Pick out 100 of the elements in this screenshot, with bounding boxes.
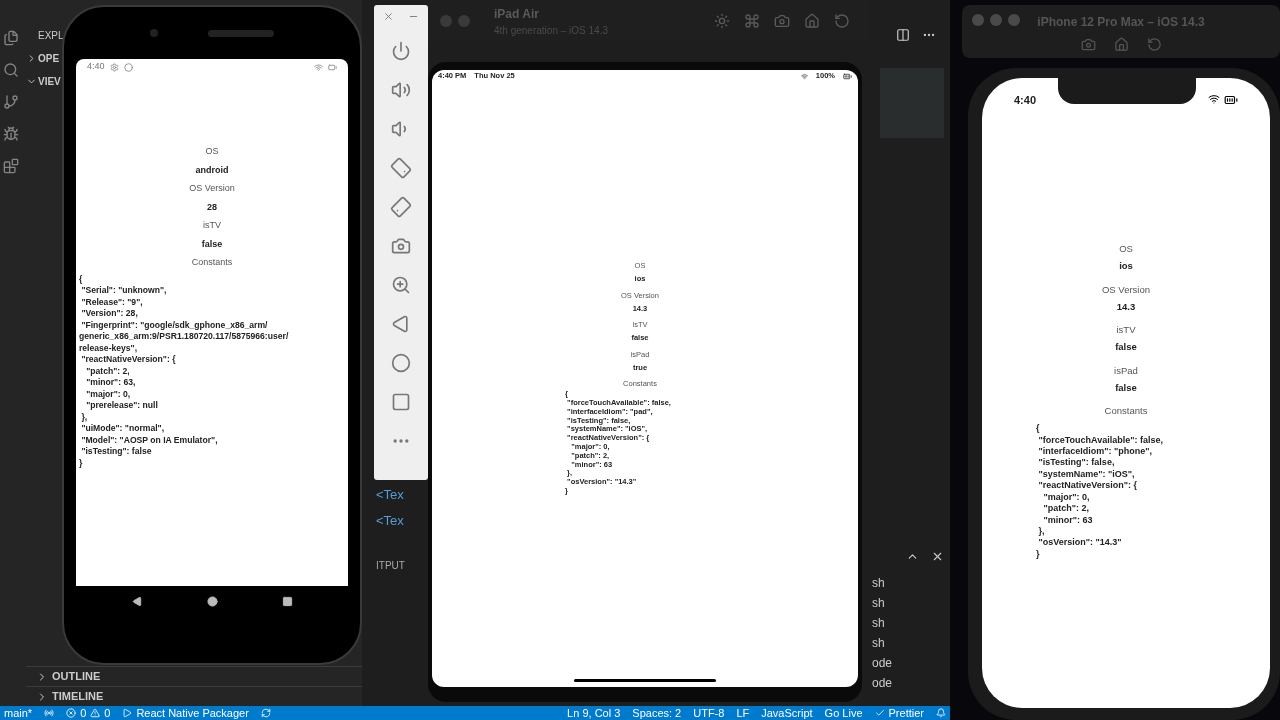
error-icon <box>66 708 77 718</box>
home-icon[interactable] <box>206 596 218 607</box>
panel-tab[interactable]: ITPUT <box>376 558 405 573</box>
field-label: OS Version <box>189 182 235 195</box>
close-icon[interactable] <box>931 550 944 563</box>
recents-icon[interactable] <box>281 596 293 607</box>
window-title: iPad Air <box>494 5 540 23</box>
battery-icon <box>328 62 337 72</box>
constants-line: "prerelease": null <box>85 400 159 412</box>
constants-line: "forceTouchAvailable": false, <box>1037 434 1164 447</box>
constants-line: "isTesting": false, <box>1037 457 1116 469</box>
terminal-text: sh <box>872 635 886 651</box>
constants-line: "major": 0, <box>85 388 132 400</box>
branch-name[interactable]: main* <box>4 704 33 720</box>
check-icon <box>874 708 885 718</box>
field-value: false <box>201 237 223 251</box>
constants-line: "uiMode": "normal", <box>80 423 166 435</box>
play-icon <box>122 708 133 718</box>
status-time: 4:40 <box>87 60 105 74</box>
constants-line: generic_x86_arm:9/PSR1.180720.117/5875966:user/ <box>79 331 289 343</box>
field-value: false <box>1115 340 1137 355</box>
screenshot-icon[interactable] <box>774 13 790 29</box>
constants-line: "minor": 63 <box>1042 514 1094 526</box>
brightness-icon[interactable] <box>714 13 730 29</box>
field-value: android <box>195 163 229 177</box>
extensions-icon[interactable] <box>3 158 19 174</box>
constants-line: "reactNativeVersion": { <box>1037 480 1139 492</box>
problems-indicator[interactable]: 0 0 <box>66 704 111 720</box>
camera-icon[interactable] <box>391 236 411 256</box>
prettier-button[interactable]: Prettier <box>874 704 924 720</box>
battery-icon <box>1224 93 1238 107</box>
field-label: OS <box>1119 242 1133 256</box>
terminal-text: sh <box>872 575 886 591</box>
terminal-text: ode <box>872 655 893 671</box>
indentation[interactable]: Spaces: 2 <box>632 704 682 720</box>
constants-line: { <box>1036 423 1041 435</box>
field-value: 28 <box>207 200 217 214</box>
back-icon[interactable] <box>131 596 143 607</box>
field-value: 14.3 <box>1116 299 1136 314</box>
bell-icon[interactable] <box>936 708 946 718</box>
app-icon <box>123 62 133 72</box>
explorer-section[interactable]: VIEV <box>26 74 61 89</box>
overview-icon[interactable] <box>391 392 411 412</box>
field-label: isTV <box>1116 323 1136 337</box>
constants-label: Constants <box>191 256 233 269</box>
volume-up-icon[interactable] <box>391 80 411 100</box>
constants-line: "patch": 2, <box>1042 503 1091 515</box>
files-icon[interactable] <box>3 30 19 46</box>
constants-line: "patch": 2, <box>85 365 131 377</box>
explorer-section[interactable]: OUTLINE <box>26 666 362 686</box>
constants-line: "major": 0, <box>1042 491 1091 504</box>
status-time: 4:40 <box>1014 92 1037 108</box>
field-value: ios <box>1119 259 1133 274</box>
speaker-grille <box>208 29 274 37</box>
constants-line: { <box>79 273 84 285</box>
code-text: <Tex <box>376 486 404 504</box>
explorer-section[interactable]: OPE <box>26 51 60 66</box>
rotate-icon[interactable] <box>834 13 850 29</box>
terminal-text: ode <box>872 675 893 691</box>
constants-line: "minor": 63, <box>85 377 137 389</box>
wifi-icon <box>314 62 323 72</box>
terminal-text: sh <box>872 615 886 631</box>
branch-icon[interactable] <box>3 94 19 110</box>
rotate-icon[interactable] <box>1146 37 1162 52</box>
line-ending[interactable]: LF <box>736 704 750 720</box>
command-icon[interactable] <box>744 13 760 29</box>
constants-line: "Release": "9", <box>80 296 144 308</box>
constants-line: "Fingerprint": "google/sdk_gphone_x86_arm/ <box>80 319 269 331</box>
constants-line: "osVersion": "14.3" <box>1037 537 1123 549</box>
field-value: false <box>1115 380 1137 395</box>
go-live-button[interactable]: Go Live <box>824 704 863 720</box>
constants-line: "Serial": "unknown", <box>80 285 168 297</box>
language-mode[interactable]: JavaScript <box>761 704 813 720</box>
packager-button[interactable]: React Native Packager <box>122 704 249 720</box>
field-label: isTV <box>203 219 221 232</box>
search-icon[interactable] <box>3 62 19 78</box>
explorer-title: EXPL <box>38 29 64 43</box>
constants-label: Constants <box>1104 404 1148 418</box>
wifi-icon <box>1208 93 1220 105</box>
constants-line: } <box>79 457 84 469</box>
warning-icon <box>90 708 101 718</box>
zoom-icon[interactable] <box>391 275 411 295</box>
constants-line: "systemName": "iOS", <box>1037 468 1136 481</box>
screenshot-icon[interactable] <box>1080 37 1096 52</box>
encoding[interactable]: UTF-8 <box>693 704 725 720</box>
constants-line: "interfaceIdiom": "phone", <box>1037 446 1154 458</box>
code-text: <Tex <box>376 511 404 530</box>
constants-line: release-keys", <box>79 342 139 354</box>
wifi-icon <box>800 72 808 80</box>
power-icon[interactable] <box>391 41 411 61</box>
bug-icon[interactable] <box>3 126 19 142</box>
split-editor-icon[interactable] <box>896 28 910 42</box>
refresh-icon[interactable] <box>260 708 271 718</box>
field-label: OS Version <box>1101 282 1151 297</box>
constants-line: }, <box>1037 525 1046 538</box>
constants-line: "reactNativeVersion": { <box>80 354 177 366</box>
cursor-position[interactable]: Ln 9, Col 3 <box>567 704 621 720</box>
constants-line: } <box>1036 548 1041 561</box>
constants-line: "Model": "AOSP on IA Emulator", <box>80 434 219 446</box>
constants-line: "isTesting": false <box>80 446 153 458</box>
